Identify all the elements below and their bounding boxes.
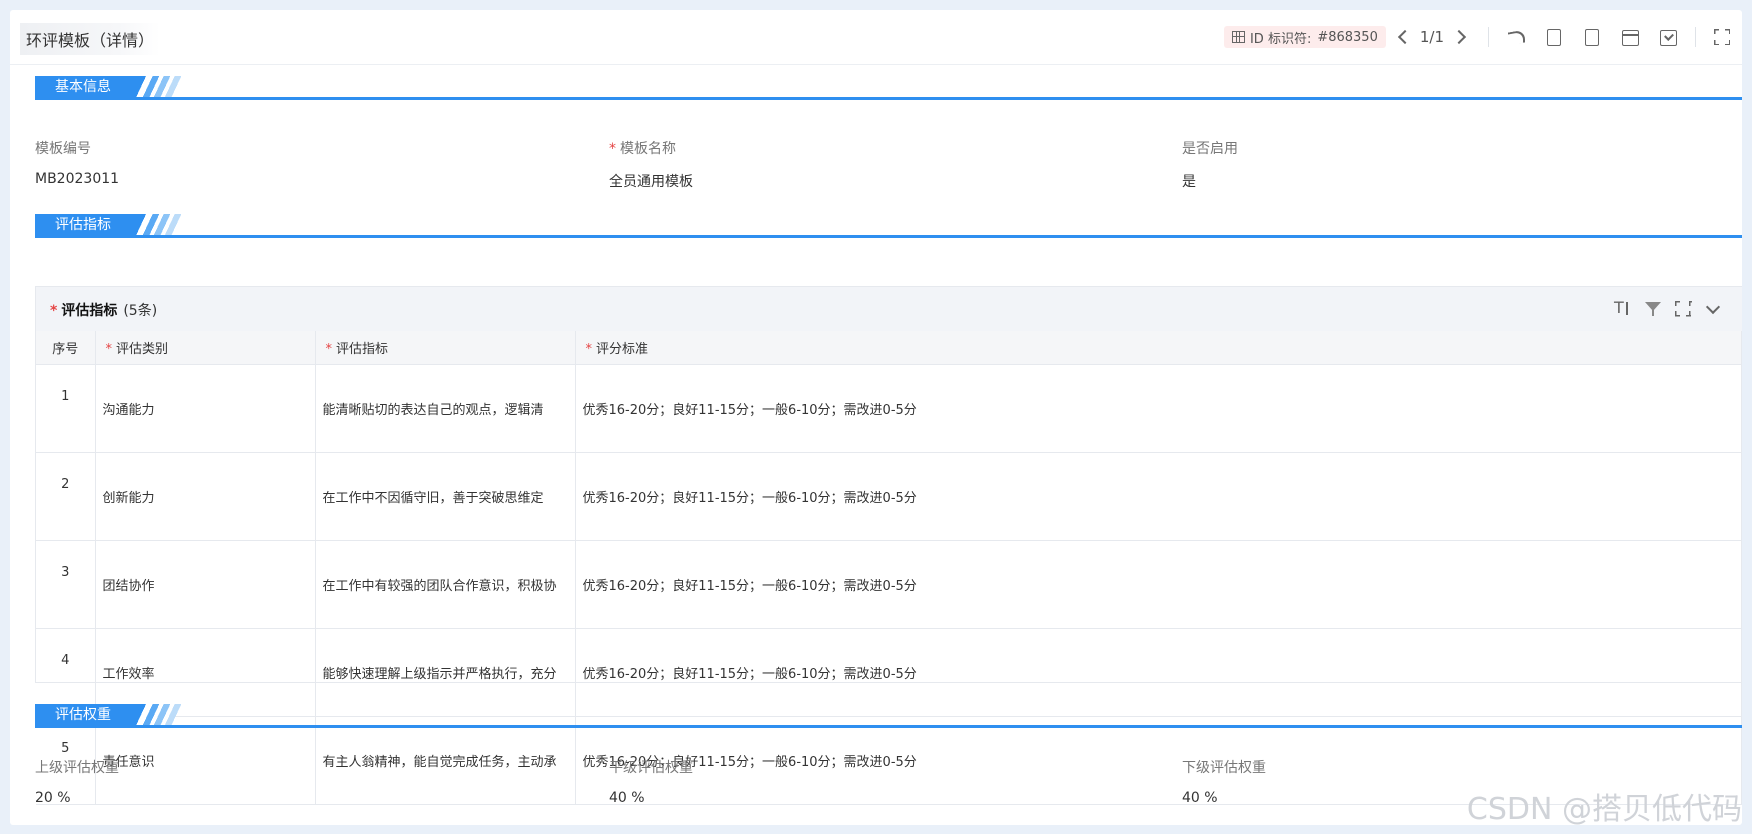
detail-card: 环评模板（详情） ID 标识符: #868350 1/1 基本信息 模板编号 M… xyxy=(10,10,1742,825)
section-underline xyxy=(35,97,1742,100)
id-value: #868350 xyxy=(1317,29,1378,45)
fullscreen-icon[interactable] xyxy=(1713,28,1733,46)
id-label: ID 标识符: xyxy=(1249,31,1312,47)
checkbox-icon[interactable] xyxy=(1658,28,1678,46)
field-lower-weight: 下级评估权重 40 % xyxy=(1182,757,1266,806)
subtable-toolbar: * 评估指标 (5条) xyxy=(36,287,1742,331)
field-value: 全员通用模板 xyxy=(609,174,693,190)
section-underline xyxy=(35,235,1742,238)
table-row[interactable]: 2 创新能力 在工作中不因循守旧，善于突破思维定 优秀16-20分；良好11-1… xyxy=(36,452,1742,541)
field-label: 模板名称 xyxy=(620,141,676,157)
row-count: (5条) xyxy=(123,303,158,319)
field-value: 20 % xyxy=(35,790,71,806)
field-label: 上级评估权重 xyxy=(35,760,119,776)
column-header: * 评分标准 xyxy=(575,331,1742,365)
section-title: 评估权重 xyxy=(35,704,140,726)
section-weights: 评估权重 xyxy=(35,704,1742,728)
field-value: 40 % xyxy=(609,790,645,806)
document-icon[interactable] xyxy=(1544,28,1564,46)
page-title: 环评模板（详情） xyxy=(20,23,161,55)
divider xyxy=(1488,27,1489,47)
subtable-tools xyxy=(1602,298,1722,318)
field-value: MB2023011 xyxy=(35,171,120,187)
field-label: 是否启用 xyxy=(1182,141,1238,157)
cell-indicator: 能清晰贴切的表达自己的观点，逻辑清 xyxy=(315,364,576,453)
section-title: 评估指标 xyxy=(35,214,140,236)
cell-standard: 优秀16-20分；良好11-15分；一般6-10分；需改进0-5分 xyxy=(575,540,1742,629)
section-title: 基本信息 xyxy=(35,76,140,98)
column-header: * 评估指标 xyxy=(315,331,576,365)
cell-category: 责任意识 xyxy=(95,716,316,805)
section-decoration xyxy=(135,214,195,236)
print-icon[interactable] xyxy=(1582,28,1602,46)
table-row[interactable]: 3 团结协作 在工作中有较强的团队合作意识，积极协 优秀16-20分；良好11-… xyxy=(36,540,1742,629)
section-basic-info: 基本信息 xyxy=(35,76,1742,100)
share-icon[interactable] xyxy=(1506,28,1526,46)
filter-icon[interactable] xyxy=(1644,300,1662,318)
indicator-subtable: *评估指标(5条) 序号 *评估类别 *评估指标 *评分标准 1 xyxy=(35,286,1742,805)
cell-category: 沟通能力 xyxy=(95,364,316,453)
row-number: 3 xyxy=(36,540,96,629)
chevron-right-icon[interactable] xyxy=(1451,29,1467,45)
field-label: 模板编号 xyxy=(35,141,91,157)
column-header: * 评估类别 xyxy=(95,331,316,365)
field-value: 是 xyxy=(1182,174,1196,190)
field-peer-weight: 平级评估权重 40 % xyxy=(609,757,693,806)
field-value: 40 % xyxy=(1182,790,1218,806)
id-badge: ID 标识符: #868350 xyxy=(1223,26,1386,48)
page-header: 环评模板（详情） ID 标识符: #868350 1/1 xyxy=(10,10,1742,65)
section-indicators: 评估指标 xyxy=(35,214,1742,238)
text-size-icon[interactable] xyxy=(1614,298,1632,318)
row-number: 2 xyxy=(36,452,96,541)
cell-indicator: 在工作中有较强的团队合作意识，积极协 xyxy=(315,540,576,629)
calendar-icon[interactable] xyxy=(1620,28,1640,46)
field-enabled: 是否启用 是 xyxy=(1182,138,1238,191)
column-header: 序号 xyxy=(36,331,96,365)
section-underline xyxy=(35,725,1742,728)
table-header-row: 序号 * 评估类别 * 评估指标 * 评分标准 xyxy=(36,331,1742,365)
cell-indicator: 在工作中不因循守旧，善于突破思维定 xyxy=(315,452,576,541)
chevron-left-icon[interactable] xyxy=(1397,29,1412,45)
toolbar-icons xyxy=(1480,27,1742,47)
expand-icon[interactable] xyxy=(1674,300,1692,318)
field-label: 平级评估权重 xyxy=(609,760,693,776)
cell-standard: 优秀16-20分；良好11-15分；一般6-10分；需改进0-5分 xyxy=(575,364,1742,453)
subtable-title: * 评估指标 (5条) xyxy=(50,303,158,319)
cell-indicator: 有主人翁精神，能自觉完成任务，主动承 xyxy=(315,716,576,805)
chevron-down-icon[interactable] xyxy=(1704,300,1722,318)
field-label: 下级评估权重 xyxy=(1182,760,1266,776)
watermark: CSDN @搭贝低代码 xyxy=(1466,792,1742,827)
table-row[interactable]: 1 沟通能力 能清晰贴切的表达自己的观点，逻辑清 优秀16-20分；良好11-1… xyxy=(36,364,1742,453)
required-mark: * xyxy=(609,141,616,157)
field-template-code: 模板编号 MB2023011 xyxy=(35,138,119,187)
cell-category: 团结协作 xyxy=(95,540,316,629)
header-actions: ID 标识符: #868350 1/1 xyxy=(1223,24,1742,50)
row-number: 1 xyxy=(36,364,96,453)
table-icon xyxy=(1231,31,1245,43)
field-template-name: * 模板名称 全员通用模板 xyxy=(609,138,693,191)
section-decoration xyxy=(135,76,195,98)
cell-standard: 优秀16-20分；良好11-15分；一般6-10分；需改进0-5分 xyxy=(575,452,1742,541)
pager-text: 1/1 xyxy=(1419,28,1444,46)
divider xyxy=(1695,27,1696,47)
record-pager: 1/1 xyxy=(1397,28,1467,46)
required-mark: * xyxy=(50,303,58,319)
indicator-table: 序号 * 评估类别 * 评估指标 * 评分标准 1 沟通能力 能清晰贴切的表达自己的观… xyxy=(36,331,1742,805)
section-decoration xyxy=(135,704,195,726)
cell-category: 创新能力 xyxy=(95,452,316,541)
field-upper-weight: 上级评估权重 20 % xyxy=(35,757,119,806)
